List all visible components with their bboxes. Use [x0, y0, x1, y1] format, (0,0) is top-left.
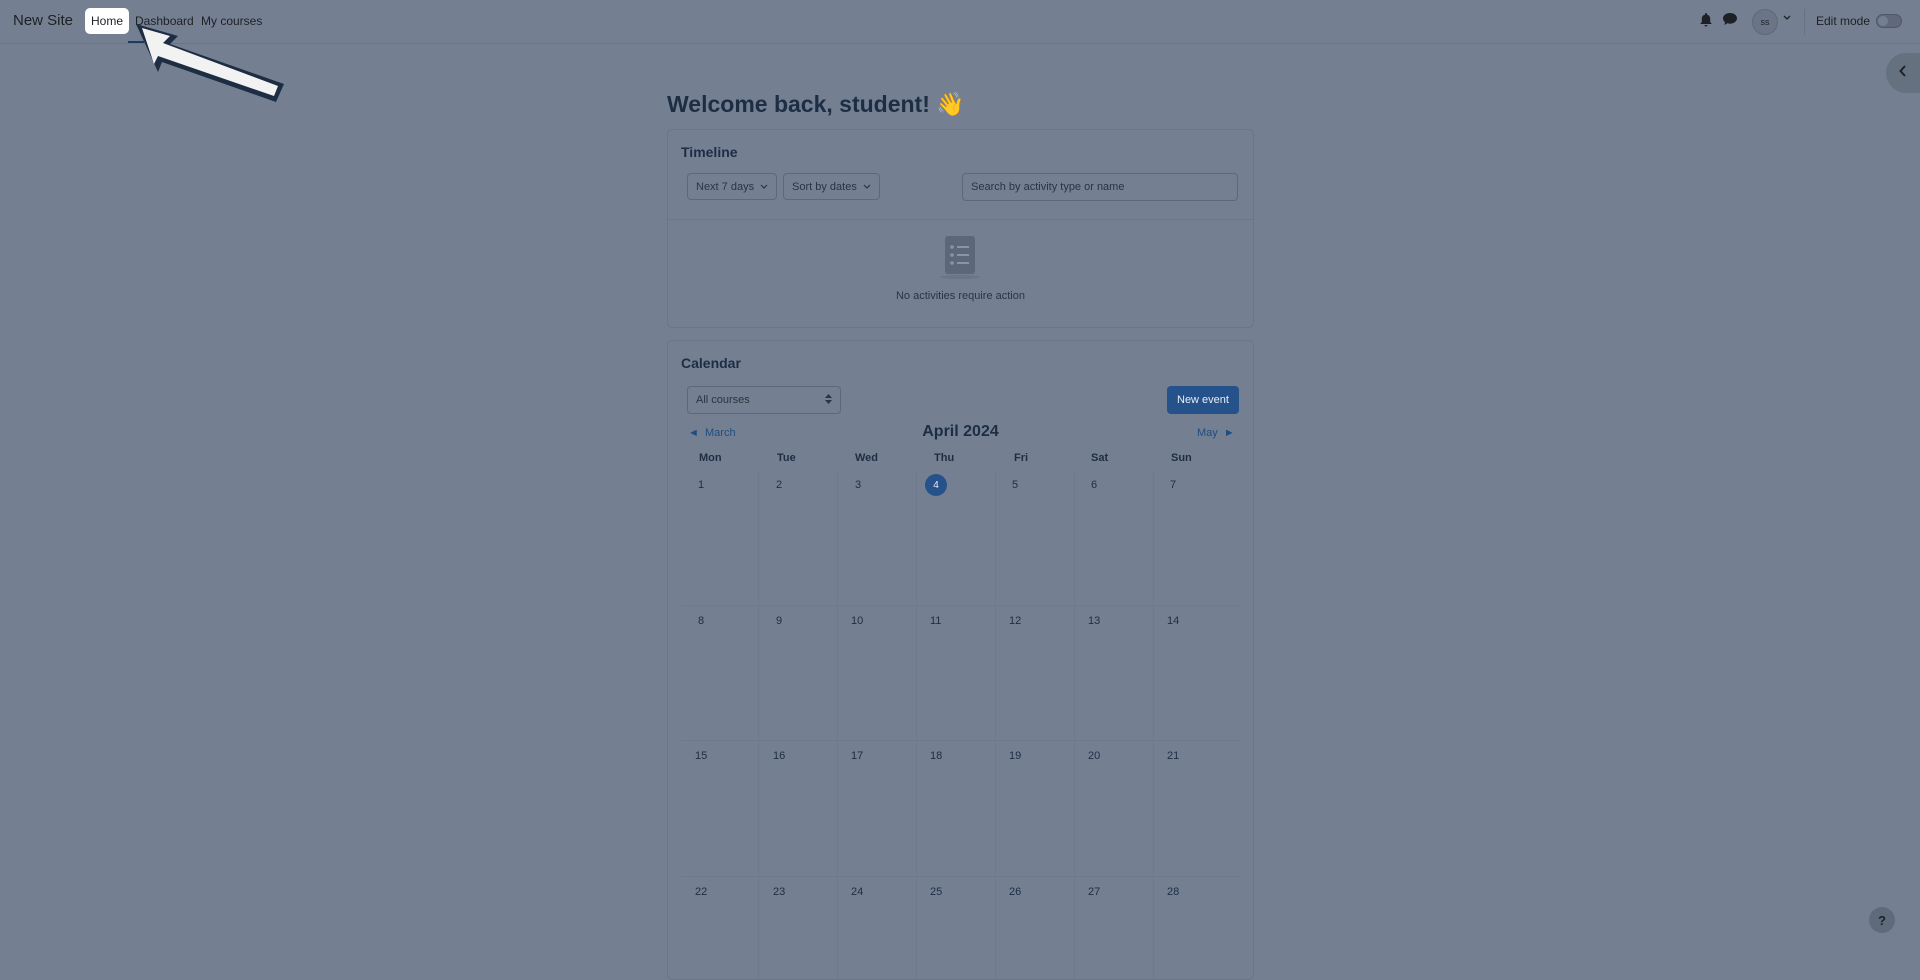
grid-line	[995, 470, 996, 980]
calendar-title: Calendar	[681, 355, 741, 371]
timeline-sort-label: Sort by dates	[792, 180, 857, 193]
page-title: Welcome back, student! 👋	[667, 91, 965, 117]
next-month-label: May	[1197, 427, 1218, 439]
weekday-header: Mon	[699, 452, 722, 464]
calendar-day[interactable]: 23	[773, 886, 785, 898]
grid-line	[1153, 470, 1154, 980]
calendar-day[interactable]: 24	[851, 886, 863, 898]
calendar-day[interactable]: 16	[773, 750, 785, 762]
edit-mode-toggle[interactable]	[1876, 14, 1902, 28]
divider	[668, 219, 1253, 220]
weekday-header: Wed	[855, 452, 879, 464]
next-month-link[interactable]: May ►	[1197, 427, 1235, 439]
grid-line	[681, 605, 1241, 606]
calendar-day[interactable]: 2	[776, 479, 782, 491]
open-drawer-button[interactable]	[1886, 53, 1920, 93]
chevron-down-icon[interactable]	[1783, 13, 1791, 23]
calendar-day[interactable]: 15	[695, 750, 707, 762]
weekday-header: Thu	[934, 452, 955, 464]
month-title: April 2024	[922, 423, 999, 440]
calendar-day[interactable]: 27	[1088, 886, 1100, 898]
calendar-day[interactable]: 1	[698, 479, 704, 491]
calendar-day[interactable]: 19	[1009, 750, 1021, 762]
timeline-title: Timeline	[681, 144, 738, 160]
weekday-header: Sat	[1091, 452, 1109, 464]
grid-line	[758, 470, 759, 980]
calendar-day-today[interactable]: 4	[925, 474, 947, 496]
chat-icon[interactable]	[1723, 13, 1737, 31]
chevron-down-icon	[760, 181, 768, 193]
calendar-day[interactable]: 8	[698, 615, 704, 627]
annotation-arrow-icon	[136, 24, 284, 102]
calendar-day[interactable]: 20	[1088, 750, 1100, 762]
chevron-down-icon	[863, 181, 871, 193]
edit-mode-label: Edit mode	[1816, 14, 1871, 28]
calendar-day[interactable]: 5	[1012, 479, 1018, 491]
weekday-header: Fri	[1014, 452, 1029, 464]
weekday-header: Sun	[1171, 452, 1192, 464]
calendar-day[interactable]: 9	[776, 615, 782, 627]
timeline-sort-select[interactable]: Sort by dates	[783, 173, 880, 200]
calendar-day[interactable]: 22	[695, 886, 707, 898]
nav-home-link[interactable]: Home	[86, 9, 128, 33]
navbar-divider	[1804, 9, 1805, 35]
grid-line	[916, 470, 917, 980]
calendar-day[interactable]: 13	[1088, 615, 1100, 627]
calendar-day[interactable]: 17	[851, 750, 863, 762]
calendar-day[interactable]: 6	[1091, 479, 1097, 491]
course-filter-select[interactable]: All courses	[687, 386, 841, 414]
timeline-empty-message: No activities require action	[895, 290, 1025, 302]
grid-line	[1074, 470, 1075, 980]
calendar-day[interactable]: 26	[1009, 886, 1021, 898]
calendar-day[interactable]: 3	[855, 479, 861, 491]
empty-list-icon	[939, 234, 985, 285]
course-filter-label: All courses	[696, 394, 750, 406]
calendar-block: Calendar All courses New event ◄ March A…	[667, 340, 1254, 980]
help-button[interactable]: ?	[1869, 907, 1895, 933]
calendar-day[interactable]: 11	[930, 615, 941, 627]
calendar-day[interactable]: 14	[1167, 615, 1179, 627]
calendar-day[interactable]: 21	[1167, 750, 1179, 762]
timeline-block: Timeline Next 7 days Sort by dates Searc…	[667, 129, 1254, 328]
timeline-day-filter[interactable]: Next 7 days	[687, 173, 777, 200]
calendar-day[interactable]: 18	[930, 750, 942, 762]
calendar-day[interactable]: 28	[1167, 886, 1179, 898]
grid-line	[837, 470, 838, 980]
calendar-day[interactable]: 12	[1009, 615, 1021, 627]
timeline-search-input[interactable]: Search by activity type or name	[962, 173, 1238, 201]
site-name[interactable]: New Site	[13, 12, 73, 29]
arrow-right-icon: ►	[1223, 427, 1235, 439]
toggle-knob	[1878, 16, 1888, 26]
timeline-day-filter-label: Next 7 days	[696, 180, 755, 193]
chevron-left-icon	[1899, 64, 1907, 82]
new-event-button[interactable]: New event	[1167, 386, 1239, 414]
bell-icon[interactable]	[1700, 13, 1712, 32]
calendar-day[interactable]: 7	[1170, 479, 1176, 491]
updown-icon	[825, 393, 832, 407]
grid-line	[681, 876, 1241, 877]
user-avatar[interactable]: ss	[1752, 9, 1778, 35]
calendar-day[interactable]: 10	[851, 615, 863, 627]
grid-line	[681, 740, 1241, 741]
calendar-day[interactable]: 25	[930, 886, 942, 898]
weekday-header: Tue	[777, 452, 796, 464]
